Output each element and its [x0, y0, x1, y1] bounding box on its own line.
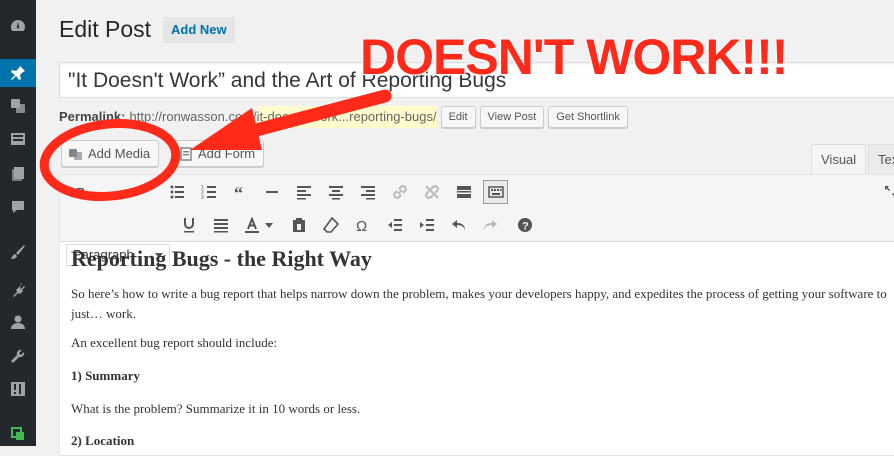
comments-box-icon[interactable]	[0, 125, 36, 153]
plugins-icon[interactable]	[0, 276, 36, 304]
add-new-button[interactable]: Add New	[163, 17, 235, 43]
svg-text:3: 3	[201, 195, 204, 200]
paste-text-icon[interactable]	[288, 214, 310, 236]
content-paragraph: What is the problem? Summarize it in 10 …	[71, 401, 361, 416]
add-media-button[interactable]: Add Media	[61, 140, 160, 167]
content-subheading: 1) Summary	[71, 368, 140, 383]
editor: B 123 “ Paragraph Ω ? Reporting Bugs - t…	[59, 174, 894, 456]
add-form-button[interactable]: Add Form	[171, 140, 265, 167]
align-right-icon[interactable]	[357, 181, 379, 203]
help-icon[interactable]: ?	[514, 214, 536, 236]
read-more-icon[interactable]	[453, 181, 475, 203]
permalink-base[interactable]: http://ronwasson.com/	[129, 106, 256, 128]
svg-text:Ω: Ω	[356, 218, 367, 233]
annotation-text: DOESN'T WORK!!!	[359, 28, 789, 86]
comments-icon[interactable]	[0, 193, 36, 221]
outdent-icon[interactable]	[384, 214, 406, 236]
redo-icon[interactable]	[479, 214, 501, 236]
link-icon[interactable]	[389, 181, 411, 203]
tools-wrench-icon[interactable]	[0, 342, 36, 370]
dashboard-icon[interactable]	[0, 12, 36, 40]
tab-text[interactable]: Text	[868, 144, 894, 174]
text-color-caret-icon[interactable]	[263, 214, 275, 236]
justify-icon[interactable]	[210, 214, 232, 236]
svg-text:“: “	[234, 184, 243, 200]
posts-pin-icon[interactable]	[0, 59, 36, 87]
media-icon	[69, 148, 82, 160]
align-left-icon[interactable]	[293, 181, 315, 203]
edit-permalink-button[interactable]: Edit	[440, 106, 476, 128]
align-center-icon[interactable]	[325, 181, 347, 203]
svg-text:B: B	[76, 185, 85, 200]
add-form-label: Add Form	[198, 146, 256, 161]
media-icon[interactable]	[0, 92, 36, 120]
undo-icon[interactable]	[448, 214, 470, 236]
clear-formatting-icon[interactable]	[320, 214, 342, 236]
content-paragraph: So here’s how to write a bug report that…	[71, 286, 887, 321]
underline-icon[interactable]	[178, 214, 200, 236]
get-shortlink-button[interactable]: Get Shortlink	[548, 106, 628, 128]
content-paragraph: An excellent bug report should include:	[71, 335, 278, 350]
editor-toolbar-secondary: Paragraph Ω ?	[60, 209, 894, 266]
bullet-list-icon[interactable]	[166, 181, 188, 203]
permalink-slug[interactable]: it-doesnt-work...reporting-bugs/	[256, 106, 437, 128]
form-icon	[180, 146, 192, 161]
unlink-icon[interactable]	[421, 181, 443, 203]
settings-sliders-icon[interactable]	[0, 375, 36, 403]
bold-icon[interactable]: B	[70, 181, 92, 203]
users-icon[interactable]	[0, 308, 36, 336]
indent-icon[interactable]	[416, 214, 438, 236]
plugin-extra-icon[interactable]	[0, 420, 36, 448]
admin-sidebar	[0, 0, 36, 446]
blockquote-icon[interactable]: “	[230, 181, 252, 203]
tab-visual[interactable]: Visual	[811, 144, 867, 174]
content-subheading: 2) Location	[71, 433, 135, 448]
view-post-button[interactable]: View Post	[479, 106, 545, 128]
fullscreen-icon[interactable]	[880, 181, 894, 203]
appearance-icon[interactable]	[0, 238, 36, 266]
svg-text:?: ?	[522, 221, 529, 233]
pages-icon[interactable]	[0, 160, 36, 188]
permalink-row: Permalink: http://ronwasson.com/ it-does…	[59, 106, 628, 128]
page-title: Edit Post	[59, 16, 152, 42]
add-media-label: Add Media	[88, 146, 151, 161]
numbered-list-icon[interactable]: 123	[198, 181, 220, 203]
editor-toolbar-primary: B 123 “	[60, 175, 894, 209]
horizontal-line-icon[interactable]	[261, 181, 283, 203]
special-character-icon[interactable]: Ω	[352, 214, 374, 236]
content-heading: Reporting Bugs - the Right Way	[71, 246, 372, 271]
text-color-icon[interactable]	[241, 214, 263, 236]
toolbar-toggle-icon[interactable]	[483, 180, 508, 204]
permalink-label: Permalink:	[59, 109, 126, 124]
